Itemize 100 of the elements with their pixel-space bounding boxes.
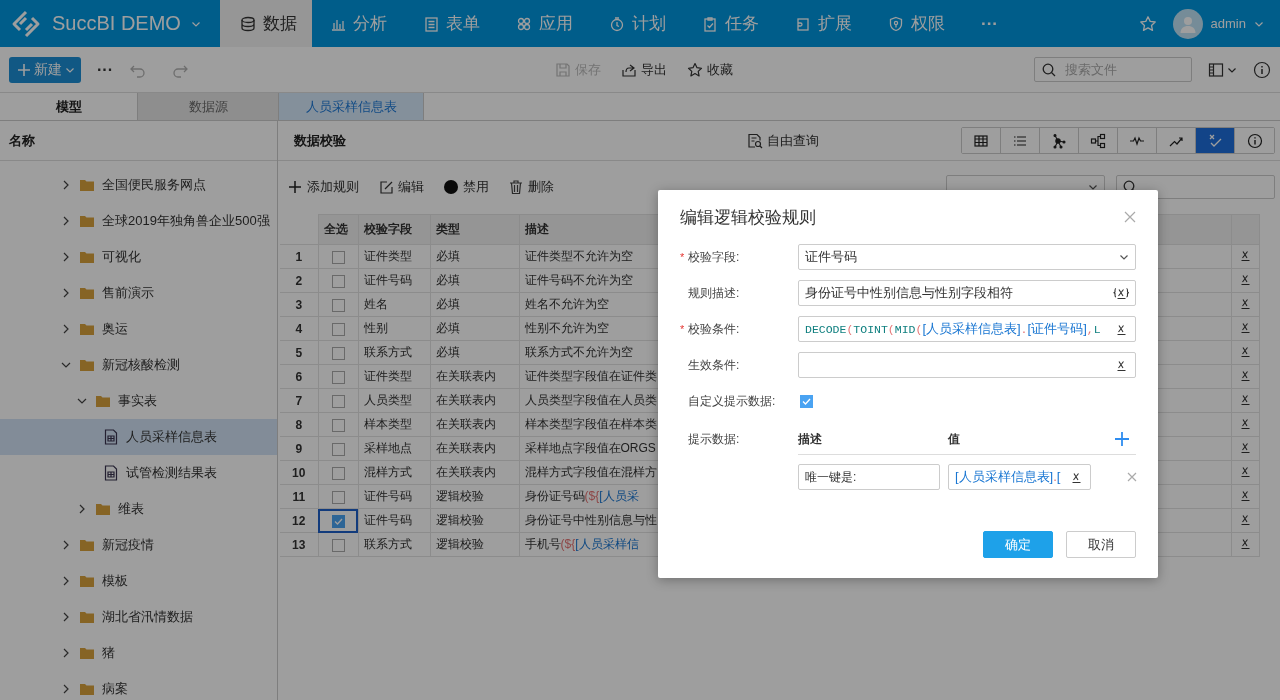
tree-item[interactable]: 试管检测结果表 [0, 455, 277, 491]
table-cell[interactable] [318, 532, 358, 557]
table-cell: 证件类型 [358, 364, 430, 389]
table-cell[interactable] [318, 340, 358, 365]
caret-icon [1088, 182, 1098, 192]
checkbox[interactable] [331, 466, 345, 480]
plus-icon [17, 62, 31, 77]
table-cell[interactable] [318, 388, 358, 413]
table-cell[interactable] [318, 484, 358, 509]
table-cell[interactable] [318, 460, 358, 485]
tree-label: 售前演示 [102, 284, 154, 302]
formula-field[interactable]: [人员采样信息表].[ [948, 464, 1091, 490]
tree-item[interactable]: 模板 [0, 563, 277, 599]
folder-icon [80, 251, 94, 263]
folder-icon [80, 359, 94, 371]
toolbar-button[interactable]: 收藏 [687, 60, 733, 79]
user-name: admin [1210, 16, 1246, 31]
tree-item[interactable]: 可视化 [0, 239, 277, 275]
checkbox[interactable] [331, 346, 345, 360]
tree-item[interactable]: 新冠疫情 [0, 527, 277, 563]
checkbox[interactable] [331, 250, 345, 264]
tree-item[interactable]: 湖北省汛情数据 [0, 599, 277, 635]
toolbar-button[interactable]: 编辑 [379, 178, 424, 196]
tree-item[interactable]: 全球2019年独角兽企业500强 [0, 203, 277, 239]
table-cell[interactable] [318, 364, 358, 389]
panel-tab[interactable]: 数据源 [138, 93, 279, 120]
table-cell[interactable] [318, 292, 358, 317]
checkbox[interactable] [331, 274, 345, 288]
checkbox[interactable] [331, 490, 345, 504]
tree-item[interactable]: 人员采样信息表 [0, 419, 277, 455]
apps-icon [516, 15, 532, 32]
tree-item[interactable]: 售前演示 [0, 275, 277, 311]
toolbar-button[interactable]: 导出 [621, 60, 667, 79]
nav-tab[interactable]: 数据 [220, 0, 312, 47]
tree-item[interactable]: 全国便民服务网点 [0, 167, 277, 203]
tree-label: 病案 [102, 680, 128, 698]
tree-label: 全国便民服务网点 [102, 176, 206, 194]
description-input[interactable]: 唯一键是: [798, 464, 940, 490]
table-cell[interactable] [318, 436, 358, 461]
tree-item[interactable]: 新冠核酸检测 [0, 347, 277, 383]
formula-field[interactable] [798, 352, 1136, 378]
star-icon [687, 61, 703, 78]
checkbox[interactable] [800, 394, 813, 408]
tree-item[interactable]: 猪 [0, 635, 277, 671]
toolbar-button[interactable]: 删除 [509, 178, 554, 196]
person-icon [1178, 14, 1197, 33]
info-icon[interactable] [1253, 60, 1271, 79]
layout-button[interactable] [1208, 61, 1237, 78]
disabled-dot-icon [444, 180, 458, 194]
row-number: 5 [280, 340, 318, 365]
table-cell[interactable] [318, 268, 358, 293]
table-cell[interactable] [318, 316, 358, 341]
formula-field[interactable]: DECODE(TOINT(MID([人员采样信息表].[证件号码],L [798, 316, 1136, 342]
query-link[interactable]: 自由查询 [747, 131, 819, 150]
remove-icon[interactable] [1127, 472, 1137, 482]
tree-item[interactable]: 病案 [0, 671, 277, 700]
table-cell: 必填 [430, 292, 519, 317]
table-cell: 在关联表内 [430, 412, 519, 437]
table-cell[interactable] [318, 244, 358, 269]
view-button[interactable] [962, 128, 1001, 153]
info-icon [1246, 132, 1263, 149]
checkbox[interactable] [331, 322, 345, 336]
check-icon [333, 516, 343, 526]
app-title: SuccBI DEMO [52, 12, 181, 35]
folder-icon [80, 539, 94, 551]
cancel-button[interactable]: 取消 [1066, 531, 1136, 558]
row-number: 13 [280, 532, 318, 557]
tree-item[interactable]: 奥运 [0, 311, 277, 347]
checkbox[interactable] [331, 514, 345, 528]
tree-label: 维表 [118, 500, 144, 518]
table-cell: 必填 [430, 244, 519, 269]
checkbox[interactable] [331, 298, 345, 312]
star-icon[interactable] [1138, 14, 1157, 33]
row-number: 3 [280, 292, 318, 317]
table-cell[interactable] [318, 412, 358, 437]
tree-label: 猪 [102, 644, 115, 662]
checkbox[interactable] [331, 538, 345, 552]
select-field[interactable]: 证件号码 [798, 244, 1136, 270]
tree-item[interactable]: 事实表 [0, 383, 277, 419]
checkbox[interactable] [331, 442, 345, 456]
table-cell: 在关联表内 [430, 436, 519, 461]
checkbox[interactable] [331, 370, 345, 384]
table-cell: 在关联表内 [430, 388, 519, 413]
table-cell: 必填 [430, 268, 519, 293]
search-icon [1042, 63, 1056, 77]
close-icon[interactable] [1124, 211, 1136, 223]
more-button[interactable]: ··· [97, 60, 113, 79]
tree-item[interactable]: 维表 [0, 491, 277, 527]
tree-label: 事实表 [118, 392, 157, 410]
table-cell[interactable] [318, 508, 358, 533]
add-icon[interactable] [1114, 431, 1130, 447]
variable-icon[interactable] [1113, 286, 1129, 300]
formula-field[interactable]: 身份证号中性别信息与性别字段相符 [798, 280, 1136, 306]
checkbox[interactable] [331, 418, 345, 432]
table-cell: 证件号码 [358, 508, 430, 533]
folder-icon [80, 647, 94, 659]
toolbar-button[interactable]: 添加规则 [288, 178, 359, 196]
table-cell: 逻辑校验 [430, 508, 519, 533]
checkbox[interactable] [331, 394, 345, 408]
toolbar-button[interactable]: 禁用 [444, 178, 489, 196]
